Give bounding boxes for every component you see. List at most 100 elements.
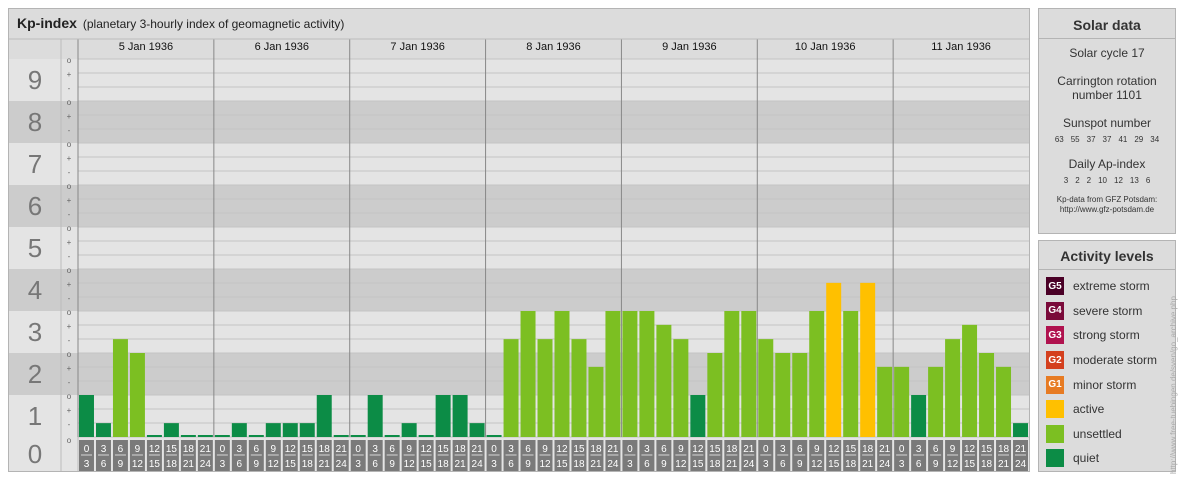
hour-start-label: 0 <box>627 444 633 455</box>
kp-band <box>9 437 1029 471</box>
kp-bar <box>333 435 349 437</box>
hour-end-label: 6 <box>237 459 243 470</box>
sunspot-values: 63 55 37 37 41 29 34 <box>1039 135 1175 144</box>
kp-bar <box>588 366 604 437</box>
hour-start-label: 12 <box>421 444 433 455</box>
hour-end-label: 18 <box>845 459 857 470</box>
hour-end-label: 24 <box>879 459 891 470</box>
hour-start-label: 0 <box>763 444 769 455</box>
hour-start-label: 9 <box>406 444 412 455</box>
kp-bar <box>350 435 366 437</box>
kp-bar <box>520 311 536 437</box>
kp-bar <box>622 311 638 437</box>
hour-end-label: 18 <box>981 459 993 470</box>
hour-end-label: 18 <box>573 459 585 470</box>
hour-end-label: 3 <box>491 459 497 470</box>
activity-level-item: quiet <box>1039 446 1175 471</box>
hour-start-label: 18 <box>590 444 602 455</box>
hour-end-label: 15 <box>828 459 840 470</box>
carrington-rotation: Carrington rotation number 1101 <box>1057 74 1157 102</box>
hour-start-label: 15 <box>438 444 450 455</box>
hour-start-label: 6 <box>118 444 124 455</box>
level-swatch: G5 <box>1046 277 1064 296</box>
sub-tick-label: + <box>67 238 72 247</box>
level-label: strong storm <box>1073 328 1140 343</box>
hour-start-label: 0 <box>491 444 497 455</box>
hour-start-label: 21 <box>200 444 212 455</box>
hour-end-label: 15 <box>421 459 433 470</box>
level-swatch <box>1046 400 1064 419</box>
sunspot-value: 29 <box>1134 135 1144 144</box>
kp-band <box>9 143 1029 185</box>
hour-end-label: 9 <box>661 459 667 470</box>
hour-start-label: 21 <box>879 444 891 455</box>
hour-end-label: 18 <box>302 459 314 470</box>
hour-start-label: 6 <box>661 444 667 455</box>
hour-start-label: 6 <box>525 444 531 455</box>
ap-value: 10 <box>1098 176 1107 185</box>
sub-tick-label: - <box>68 84 71 93</box>
hour-start-label: 15 <box>166 444 178 455</box>
hour-end-label: 6 <box>644 459 650 470</box>
hour-end-label: 12 <box>539 459 551 470</box>
kp-bar <box>826 282 842 437</box>
hour-end-label: 9 <box>389 459 395 470</box>
sub-tick-label: + <box>67 112 72 121</box>
y-tick-label: 5 <box>28 233 42 263</box>
y-tick-label: 3 <box>28 317 42 347</box>
sub-tick-label: - <box>68 378 71 387</box>
hour-start-label: 6 <box>389 444 395 455</box>
watermark: http://www.free-tuebingen.de/sven/go_arc… <box>1169 296 1178 474</box>
solar-data-panel: Solar data Solar cycle 17 Carrington rot… <box>1038 8 1176 234</box>
y-tick-label: 2 <box>28 359 42 389</box>
hour-end-label: 21 <box>319 459 331 470</box>
level-swatch: G3 <box>1046 326 1064 345</box>
sub-tick-label: + <box>67 70 72 79</box>
level-label: minor storm <box>1073 377 1137 392</box>
y-tick-label: 7 <box>28 149 42 179</box>
kp-bar <box>554 311 570 437</box>
hour-end-label: 12 <box>675 459 687 470</box>
kp-chart: 0123456789o-+o-+o-+o-+o-+o-+o-+o-+o-+o5 … <box>9 38 1029 471</box>
hour-end-label: 9 <box>797 459 803 470</box>
hour-end-label: 12 <box>268 459 280 470</box>
ap-value: 12 <box>1114 176 1123 185</box>
kp-band <box>9 269 1029 311</box>
kp-bar <box>146 435 162 437</box>
kp-bar <box>299 423 315 437</box>
kp-bar <box>860 282 876 437</box>
sub-tick-label: + <box>67 154 72 163</box>
hour-end-label: 15 <box>149 459 161 470</box>
hour-end-label: 18 <box>438 459 450 470</box>
hour-start-label: 21 <box>743 444 755 455</box>
hour-start-label: 12 <box>149 444 161 455</box>
hour-start-label: 12 <box>556 444 568 455</box>
kp-bar <box>894 366 910 437</box>
kp-bar <box>452 395 468 437</box>
hour-start-label: 3 <box>644 444 650 455</box>
kp-bar <box>503 339 519 437</box>
level-label: moderate storm <box>1073 353 1158 368</box>
sunspot-value: 63 <box>1054 135 1064 144</box>
level-swatch <box>1046 449 1064 468</box>
y-tick-label: 0 <box>28 439 42 469</box>
sub-tick-label: o <box>67 56 72 65</box>
kp-bar <box>231 423 247 437</box>
hour-end-label: 21 <box>590 459 602 470</box>
kp-band <box>9 311 1029 353</box>
hour-start-label: 15 <box>709 444 721 455</box>
data-source-link[interactable]: http://www.gfz-potsdam.de <box>1039 205 1175 215</box>
kp-bar <box>469 423 485 437</box>
y-tick-label: 8 <box>28 107 42 137</box>
hour-end-label: 3 <box>220 459 226 470</box>
hour-end-label: 18 <box>166 459 178 470</box>
hour-start-label: 12 <box>692 444 704 455</box>
hour-start-label: 18 <box>998 444 1010 455</box>
hour-end-label: 24 <box>336 459 348 470</box>
level-swatch <box>1046 424 1064 443</box>
hour-end-label: 9 <box>933 459 939 470</box>
kp-bar <box>571 339 587 437</box>
kp-bar <box>656 324 672 437</box>
kp-bar <box>639 311 655 437</box>
sub-tick-label: - <box>68 420 71 429</box>
